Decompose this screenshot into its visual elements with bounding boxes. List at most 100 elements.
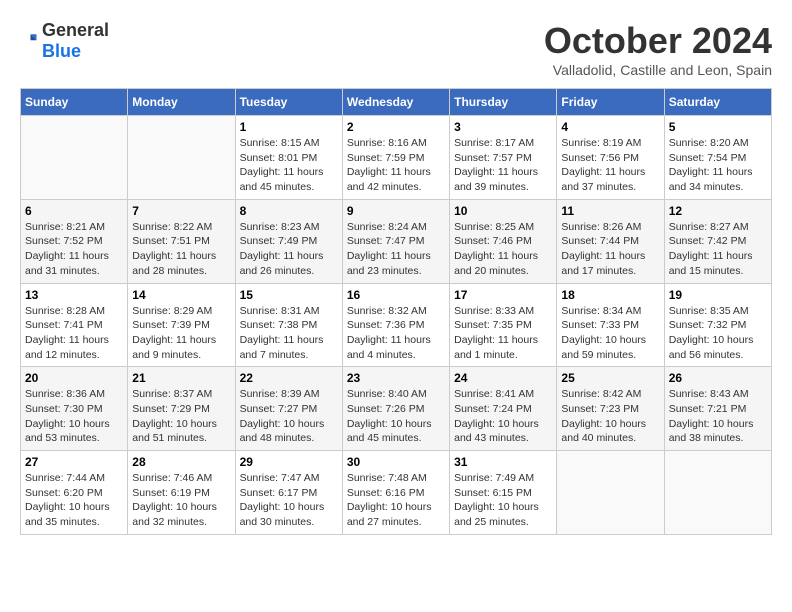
day-number: 25 xyxy=(561,371,659,385)
calendar-table: Sunday Monday Tuesday Wednesday Thursday… xyxy=(20,88,772,535)
calendar-cell: 4Sunrise: 8:19 AMSunset: 7:56 PMDaylight… xyxy=(557,116,664,200)
day-info: Sunrise: 8:15 AMSunset: 8:01 PMDaylight:… xyxy=(240,136,338,195)
calendar-cell: 16 Sunrise: 8:32 AMSunset: 7:36 PMDayligh… xyxy=(342,283,449,367)
calendar-cell: 28Sunrise: 7:46 AMSunset: 6:19 PMDayligh… xyxy=(128,451,235,535)
page-header: General Blue October 2024 Valladolid, Ca… xyxy=(20,20,772,78)
day-number: 26 xyxy=(669,371,767,385)
day-info: Sunrise: 8:27 AMSunset: 7:42 PMDaylight:… xyxy=(669,220,767,279)
calendar-cell: 19Sunrise: 8:35 AMSunset: 7:32 PMDayligh… xyxy=(664,283,771,367)
col-thursday: Thursday xyxy=(450,89,557,116)
day-info: Sunrise: 8:25 AMSunset: 7:46 PMDaylight:… xyxy=(454,220,552,279)
day-number: 5 xyxy=(669,120,767,134)
calendar-cell: 7Sunrise: 8:22 AMSunset: 7:51 PMDaylight… xyxy=(128,199,235,283)
day-number: 27 xyxy=(25,455,123,469)
day-info: Sunrise: 8:42 AMSunset: 7:23 PMDaylight:… xyxy=(561,387,659,446)
day-number: 12 xyxy=(669,204,767,218)
day-info: Sunrise: 8:21 AMSunset: 7:52 PMDaylight:… xyxy=(25,220,123,279)
day-info: Sunrise: 8:26 AMSunset: 7:44 PMDaylight:… xyxy=(561,220,659,279)
calendar-week-3: 13 Sunrise: 8:28 AMSunset: 7:41 PMDayligh… xyxy=(21,283,772,367)
day-number: 17 xyxy=(454,288,552,302)
logo-text: General Blue xyxy=(42,20,109,62)
calendar-cell: 10 Sunrise: 8:25 AMSunset: 7:46 PMDayligh… xyxy=(450,199,557,283)
logo-general: General xyxy=(42,20,109,40)
day-number: 1 xyxy=(240,120,338,134)
day-number: 13 xyxy=(25,288,123,302)
calendar-cell: 29 Sunrise: 7:47 AMSunset: 6:17 PMDayligh… xyxy=(235,451,342,535)
day-number: 20 xyxy=(25,371,123,385)
calendar-cell: 27 Sunrise: 7:44 AMSunset: 6:20 PMDayligh… xyxy=(21,451,128,535)
logo-icon xyxy=(20,32,38,50)
calendar-cell: 18 Sunrise: 8:34 AMSunset: 7:33 PMDayligh… xyxy=(557,283,664,367)
day-info: Sunrise: 8:40 AMSunset: 7:26 PMDaylight:… xyxy=(347,387,445,446)
day-info: Sunrise: 8:17 AMSunset: 7:57 PMDaylight:… xyxy=(454,136,552,195)
day-info: Sunrise: 8:36 AMSunset: 7:30 PMDaylight:… xyxy=(25,387,123,446)
location-subtitle: Valladolid, Castille and Leon, Spain xyxy=(544,62,772,78)
calendar-cell: 6Sunrise: 8:21 AMSunset: 7:52 PMDaylight… xyxy=(21,199,128,283)
day-number: 9 xyxy=(347,204,445,218)
day-number: 3 xyxy=(454,120,552,134)
calendar-cell xyxy=(21,116,128,200)
calendar-cell: 12 Sunrise: 8:27 AMSunset: 7:42 PMDayligh… xyxy=(664,199,771,283)
col-sunday: Sunday xyxy=(21,89,128,116)
col-monday: Monday xyxy=(128,89,235,116)
calendar-header-row: Sunday Monday Tuesday Wednesday Thursday… xyxy=(21,89,772,116)
col-saturday: Saturday xyxy=(664,89,771,116)
calendar-cell: 2 Sunrise: 8:16 AMSunset: 7:59 PMDaylight… xyxy=(342,116,449,200)
day-info: Sunrise: 8:39 AMSunset: 7:27 PMDaylight:… xyxy=(240,387,338,446)
day-info: Sunrise: 7:47 AMSunset: 6:17 PMDaylight:… xyxy=(240,471,338,530)
calendar-cell: 11 Sunrise: 8:26 AMSunset: 7:44 PMDayligh… xyxy=(557,199,664,283)
logo-blue: Blue xyxy=(42,41,81,61)
day-info: Sunrise: 7:44 AMSunset: 6:20 PMDaylight:… xyxy=(25,471,123,530)
calendar-cell: 22 Sunrise: 8:39 AMSunset: 7:27 PMDayligh… xyxy=(235,367,342,451)
day-number: 14 xyxy=(132,288,230,302)
calendar-cell: 14 Sunrise: 8:29 AMSunset: 7:39 PMDayligh… xyxy=(128,283,235,367)
day-info: Sunrise: 8:20 AMSunset: 7:54 PMDaylight:… xyxy=(669,136,767,195)
day-info: Sunrise: 8:35 AMSunset: 7:32 PMDaylight:… xyxy=(669,304,767,363)
day-number: 24 xyxy=(454,371,552,385)
day-info: Sunrise: 7:49 AMSunset: 6:15 PMDaylight:… xyxy=(454,471,552,530)
calendar-cell xyxy=(557,451,664,535)
day-info: Sunrise: 8:28 AMSunset: 7:41 PMDaylight:… xyxy=(25,304,123,363)
day-info: Sunrise: 8:41 AMSunset: 7:24 PMDaylight:… xyxy=(454,387,552,446)
day-number: 18 xyxy=(561,288,659,302)
calendar-cell xyxy=(664,451,771,535)
calendar-week-5: 27 Sunrise: 7:44 AMSunset: 6:20 PMDayligh… xyxy=(21,451,772,535)
day-number: 11 xyxy=(561,204,659,218)
calendar-cell: 21 Sunrise: 8:37 AMSunset: 7:29 PMDayligh… xyxy=(128,367,235,451)
day-number: 15 xyxy=(240,288,338,302)
day-info: Sunrise: 8:33 AMSunset: 7:35 PMDaylight:… xyxy=(454,304,552,363)
calendar-cell: 3 Sunrise: 8:17 AMSunset: 7:57 PMDaylight… xyxy=(450,116,557,200)
day-info: Sunrise: 8:16 AMSunset: 7:59 PMDaylight:… xyxy=(347,136,445,195)
day-number: 21 xyxy=(132,371,230,385)
day-info: Sunrise: 7:48 AMSunset: 6:16 PMDaylight:… xyxy=(347,471,445,530)
col-friday: Friday xyxy=(557,89,664,116)
day-info: Sunrise: 8:32 AMSunset: 7:36 PMDaylight:… xyxy=(347,304,445,363)
day-info: Sunrise: 8:31 AMSunset: 7:38 PMDaylight:… xyxy=(240,304,338,363)
col-wednesday: Wednesday xyxy=(342,89,449,116)
calendar-cell: 25 Sunrise: 8:42 AMSunset: 7:23 PMDayligh… xyxy=(557,367,664,451)
day-number: 29 xyxy=(240,455,338,469)
calendar-cell xyxy=(128,116,235,200)
day-info: Sunrise: 8:29 AMSunset: 7:39 PMDaylight:… xyxy=(132,304,230,363)
day-info: Sunrise: 8:37 AMSunset: 7:29 PMDaylight:… xyxy=(132,387,230,446)
day-info: Sunrise: 8:34 AMSunset: 7:33 PMDaylight:… xyxy=(561,304,659,363)
calendar-cell: 31Sunrise: 7:49 AMSunset: 6:15 PMDayligh… xyxy=(450,451,557,535)
calendar-cell: 24 Sunrise: 8:41 AMSunset: 7:24 PMDayligh… xyxy=(450,367,557,451)
day-number: 8 xyxy=(240,204,338,218)
calendar-cell: 13 Sunrise: 8:28 AMSunset: 7:41 PMDayligh… xyxy=(21,283,128,367)
day-number: 2 xyxy=(347,120,445,134)
day-number: 22 xyxy=(240,371,338,385)
calendar-cell: 20 Sunrise: 8:36 AMSunset: 7:30 PMDayligh… xyxy=(21,367,128,451)
logo: General Blue xyxy=(20,20,109,62)
calendar-cell: 1 Sunrise: 8:15 AMSunset: 8:01 PMDaylight… xyxy=(235,116,342,200)
day-number: 16 xyxy=(347,288,445,302)
calendar-week-1: 1 Sunrise: 8:15 AMSunset: 8:01 PMDaylight… xyxy=(21,116,772,200)
calendar-cell: 5 Sunrise: 8:20 AMSunset: 7:54 PMDaylight… xyxy=(664,116,771,200)
day-number: 30 xyxy=(347,455,445,469)
month-title: October 2024 xyxy=(544,20,772,62)
day-info: Sunrise: 8:19 AMSunset: 7:56 PMDaylight:… xyxy=(561,136,659,195)
calendar-cell: 30 Sunrise: 7:48 AMSunset: 6:16 PMDayligh… xyxy=(342,451,449,535)
day-number: 7 xyxy=(132,204,230,218)
day-number: 10 xyxy=(454,204,552,218)
calendar-cell: 23Sunrise: 8:40 AMSunset: 7:26 PMDayligh… xyxy=(342,367,449,451)
